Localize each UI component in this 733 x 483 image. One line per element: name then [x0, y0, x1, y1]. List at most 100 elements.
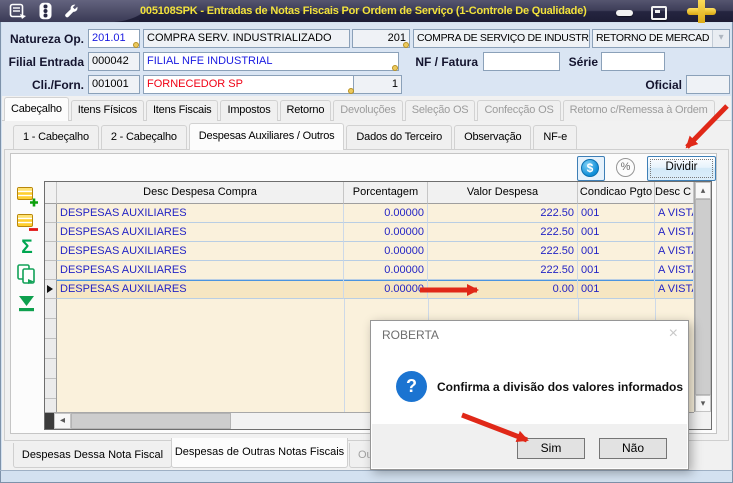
- cell-desc-c[interactable]: A VISTA: [655, 242, 694, 261]
- bottom-tab-despesas-outras[interactable]: Despesas de Outras Notas Fiscais: [171, 438, 348, 468]
- table-row-selected[interactable]: DESPESAS AUXILIARES 0.00000 0.00 001 A V…: [45, 280, 711, 299]
- tab-despesas-auxiliares[interactable]: Despesas Auxiliares / Outros: [188, 123, 345, 150]
- cell-valor[interactable]: 222.50: [428, 261, 578, 280]
- cliforn-desc-input[interactable]: FORNECEDOR SP: [143, 75, 355, 94]
- cell-cond[interactable]: 001: [578, 223, 655, 242]
- lookup-dot-icon: [133, 42, 139, 48]
- tab-dados-terceiro[interactable]: Dados do Terceiro: [346, 125, 453, 149]
- lookup-dot-icon: [348, 88, 354, 94]
- cell-desc-c[interactable]: A VISTA: [655, 204, 694, 223]
- tab-devolucoes: Devoluções: [333, 100, 403, 121]
- tab-retorno[interactable]: Retorno: [279, 100, 332, 121]
- cell-desc-c[interactable]: A VISTA: [655, 261, 694, 280]
- column-header-valor[interactable]: Valor Despesa: [428, 182, 578, 204]
- goto-last-button[interactable]: [15, 292, 39, 316]
- cell-cond[interactable]: 001: [578, 242, 655, 261]
- table-row[interactable]: DESPESAS AUXILIARES 0.00000 222.50 001 A…: [45, 204, 711, 223]
- titlebar: 005108SPK - Entradas de Notas Fiscais Po…: [0, 0, 733, 25]
- tab-nfe[interactable]: NF-e: [533, 125, 578, 149]
- bottom-tab-despesas-dessa[interactable]: Despesas Dessa Nota Fiscal: [13, 443, 172, 468]
- tab-2-cabecalho[interactable]: 2 - Cabeçalho: [100, 125, 187, 149]
- cell-desc-c[interactable]: A VISTA: [655, 280, 694, 299]
- add-row-button[interactable]: [15, 184, 39, 208]
- column-header-desc-c[interactable]: Desc C: [655, 182, 694, 204]
- tab-confeccao-os: Confecção OS: [477, 100, 561, 121]
- cell-desc[interactable]: DESPESAS AUXILIARES: [57, 261, 344, 280]
- scroll-up-button[interactable]: ▴: [695, 182, 711, 199]
- sum-button[interactable]: Σ: [15, 236, 39, 260]
- nf-fatura-label: NF / Fatura: [415, 55, 478, 69]
- scroll-left-button[interactable]: ◂: [54, 413, 71, 429]
- oficial-label: Oficial: [645, 78, 682, 92]
- maximize-button[interactable]: [651, 6, 667, 20]
- copy-button[interactable]: [15, 263, 39, 287]
- cell-valor[interactable]: 0.00: [428, 280, 578, 299]
- dividir-button[interactable]: Dividir: [647, 156, 716, 181]
- tab-cabecalho[interactable]: Cabeçalho: [4, 97, 69, 121]
- cell-valor[interactable]: 222.50: [428, 242, 578, 261]
- minimize-button[interactable]: [616, 10, 633, 16]
- sub-tabs: 1 - Cabeçalho 2 - Cabeçalho Despesas Aux…: [13, 123, 579, 150]
- cell-pct[interactable]: 0.00000: [344, 242, 428, 261]
- main-tabs: Cabeçalho Itens Físicos Itens Fiscais Im…: [4, 97, 717, 121]
- tab-observacao[interactable]: Observação: [454, 125, 532, 149]
- scroll-thumb[interactable]: [71, 413, 231, 429]
- cell-desc[interactable]: DESPESAS AUXILIARES: [57, 242, 344, 261]
- menu-document-icon[interactable]: [9, 3, 27, 19]
- serie-input[interactable]: [601, 52, 665, 71]
- cell-valor[interactable]: 222.50: [428, 204, 578, 223]
- natureza-desc-field: COMPRA SERV. INDUSTRIALIZADO: [143, 29, 350, 48]
- dialog-close-icon[interactable]: ×: [669, 325, 678, 343]
- cell-cond[interactable]: 001: [578, 261, 655, 280]
- cell-pct[interactable]: 0.00000: [344, 280, 428, 299]
- close-plus-button[interactable]: [684, 0, 720, 25]
- tab-itens-fisicos[interactable]: Itens Físicos: [70, 100, 144, 121]
- filial-code-field: 000042: [88, 52, 140, 71]
- scrollbar-grip: [45, 413, 54, 429]
- tab-impostos[interactable]: Impostos: [220, 100, 278, 121]
- nao-button[interactable]: Não: [599, 438, 667, 459]
- dollar-icon: $: [581, 159, 599, 177]
- sim-button[interactable]: Sim: [517, 438, 585, 459]
- table-row[interactable]: DESPESAS AUXILIARES 0.00000 222.50 001 A…: [45, 223, 711, 242]
- question-icon: ?: [396, 371, 427, 402]
- percent-icon[interactable]: %: [616, 158, 635, 177]
- cell-pct[interactable]: 0.00000: [344, 261, 428, 280]
- cliforn-code-field: 001001: [88, 75, 140, 94]
- cell-desc-c[interactable]: A VISTA: [655, 223, 694, 242]
- cell-pct[interactable]: 0.00000: [344, 204, 428, 223]
- dialog-title: ROBERTA: [382, 328, 439, 342]
- column-header-condicao[interactable]: Condicao Pgto: [578, 182, 655, 204]
- cell-desc[interactable]: DESPESAS AUXILIARES: [57, 223, 344, 242]
- cell-desc[interactable]: DESPESAS AUXILIARES: [57, 204, 344, 223]
- column-header-desc[interactable]: Desc Despesa Compra: [57, 182, 344, 204]
- window-title: 005108SPK - Entradas de Notas Fiscais Po…: [140, 5, 587, 17]
- table-row[interactable]: DESPESAS AUXILIARES 0.00000 222.50 001 A…: [45, 242, 711, 261]
- cell-cond[interactable]: 001: [578, 204, 655, 223]
- scroll-thumb[interactable]: [695, 199, 711, 395]
- cell-desc[interactable]: DESPESAS AUXILIARES: [57, 280, 344, 299]
- delete-row-button[interactable]: [15, 211, 39, 235]
- cell-valor[interactable]: 222.50: [428, 223, 578, 242]
- natureza-desc2-field: COMPRA DE SERVIÇO DE INDUSTRIAL: [413, 29, 590, 48]
- serie-label: Série: [568, 55, 598, 69]
- app-window: 005108SPK - Entradas de Notas Fiscais Po…: [0, 0, 733, 483]
- grid-header: Desc Despesa Compra Porcentagem Valor De…: [45, 182, 711, 204]
- column-header-porcentagem[interactable]: Porcentagem: [344, 182, 428, 204]
- lookup-dot-icon: [403, 42, 409, 48]
- filial-label: Filial Entrada: [8, 55, 84, 69]
- vertical-scrollbar[interactable]: ▴ ▾: [694, 182, 711, 412]
- scroll-down-button[interactable]: ▾: [695, 395, 711, 412]
- cell-cond[interactable]: 001: [578, 280, 655, 299]
- tipo-retorno-select[interactable]: RETORNO DE MERCAD ▾: [592, 29, 730, 48]
- table-row[interactable]: DESPESAS AUXILIARES 0.00000 222.50 001 A…: [45, 261, 711, 280]
- chevron-down-icon[interactable]: ▾: [712, 30, 729, 47]
- tab-1-cabecalho[interactable]: 1 - Cabeçalho: [13, 125, 99, 149]
- wrench-icon[interactable]: [63, 3, 80, 19]
- traffic-light-icon[interactable]: [37, 2, 54, 20]
- cell-pct[interactable]: 0.00000: [344, 223, 428, 242]
- filial-desc-input[interactable]: FILIAL NFE INDUSTRIAL: [143, 52, 399, 71]
- roberta-dialog: ROBERTA × ? Confirma a divisão dos valor…: [370, 320, 689, 470]
- money-button[interactable]: $: [577, 156, 605, 181]
- tab-itens-fiscais[interactable]: Itens Fiscais: [145, 100, 219, 121]
